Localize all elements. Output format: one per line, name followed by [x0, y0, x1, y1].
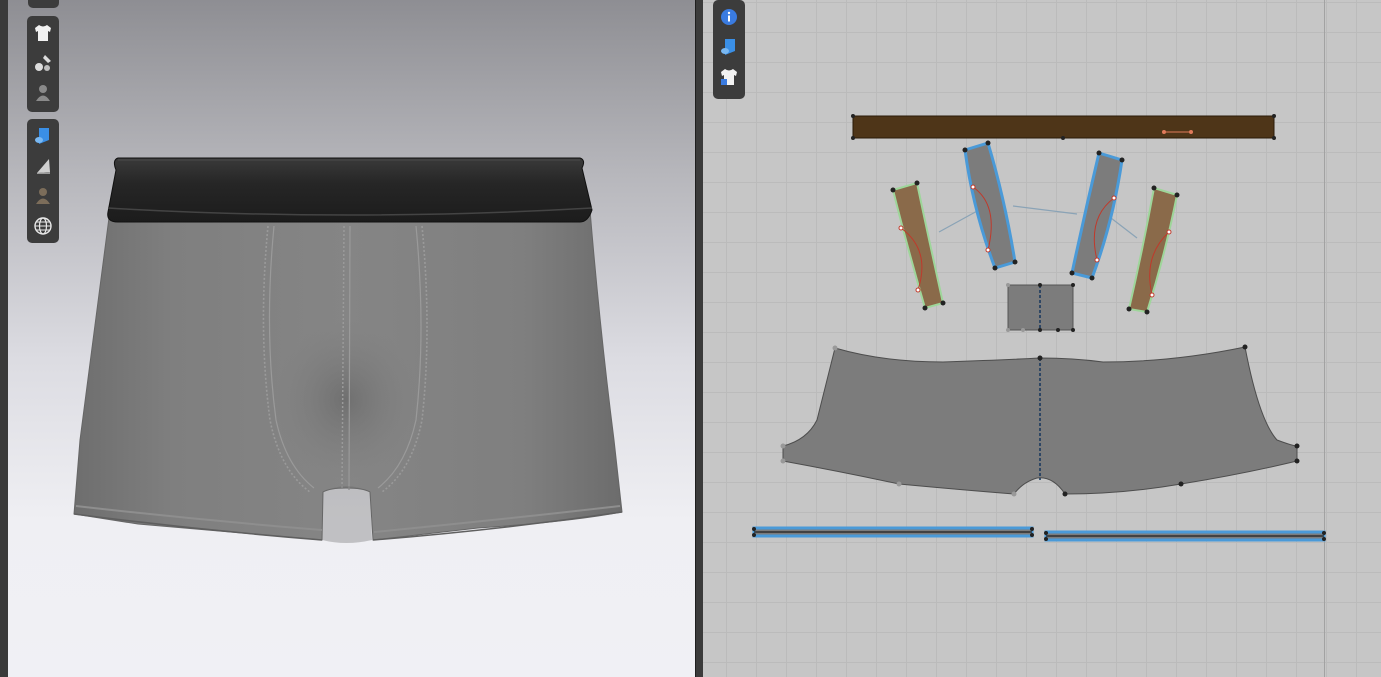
- fabric-roll-icon[interactable]: [714, 32, 744, 62]
- pattern-piece-right-leg-binding[interactable]: [1044, 530, 1326, 542]
- viewport-splitter[interactable]: [695, 0, 703, 677]
- boxer-brief-3d[interactable]: [73, 157, 623, 543]
- pattern-piece-front-left-side[interactable]: [890, 180, 946, 311]
- toolbar-3d-display: [27, 16, 59, 112]
- pattern-piece-back-body[interactable]: [780, 344, 1300, 497]
- pattern-piece-gusset[interactable]: [1006, 283, 1075, 332]
- pattern-piece-front-left-center[interactable]: [962, 140, 1018, 271]
- pattern-piece-waistband[interactable]: [851, 114, 1276, 140]
- garment-3d-render[interactable]: [8, 0, 695, 677]
- avatar-icon[interactable]: [28, 78, 58, 108]
- left-panel-edge: [0, 0, 8, 677]
- clo-workspace: [0, 0, 1381, 677]
- fabric-brush-icon[interactable]: [28, 48, 58, 78]
- globe-icon[interactable]: [28, 211, 58, 241]
- viewport-3d[interactable]: [8, 0, 695, 677]
- toolbar-3d-view: [27, 119, 59, 243]
- toolbar-3d-collapsed[interactable]: [28, 0, 59, 8]
- avatar-skin-icon[interactable]: [28, 181, 58, 211]
- iron-icon[interactable]: [28, 151, 58, 181]
- garment-shirt-icon[interactable]: [28, 18, 58, 48]
- info-icon[interactable]: [714, 2, 744, 32]
- pattern-canvas[interactable]: [703, 0, 1381, 677]
- viewport-2d-pattern[interactable]: [703, 0, 1381, 677]
- pattern-piece-front-right-side[interactable]: [1126, 185, 1180, 315]
- fabric-roll-icon[interactable]: [28, 121, 58, 151]
- pattern-piece-front-right-center[interactable]: [1069, 150, 1125, 281]
- pattern-piece-left-leg-binding[interactable]: [752, 526, 1034, 538]
- toolbar-2d: [713, 0, 745, 99]
- garment-shirt-lock-icon[interactable]: [714, 62, 744, 92]
